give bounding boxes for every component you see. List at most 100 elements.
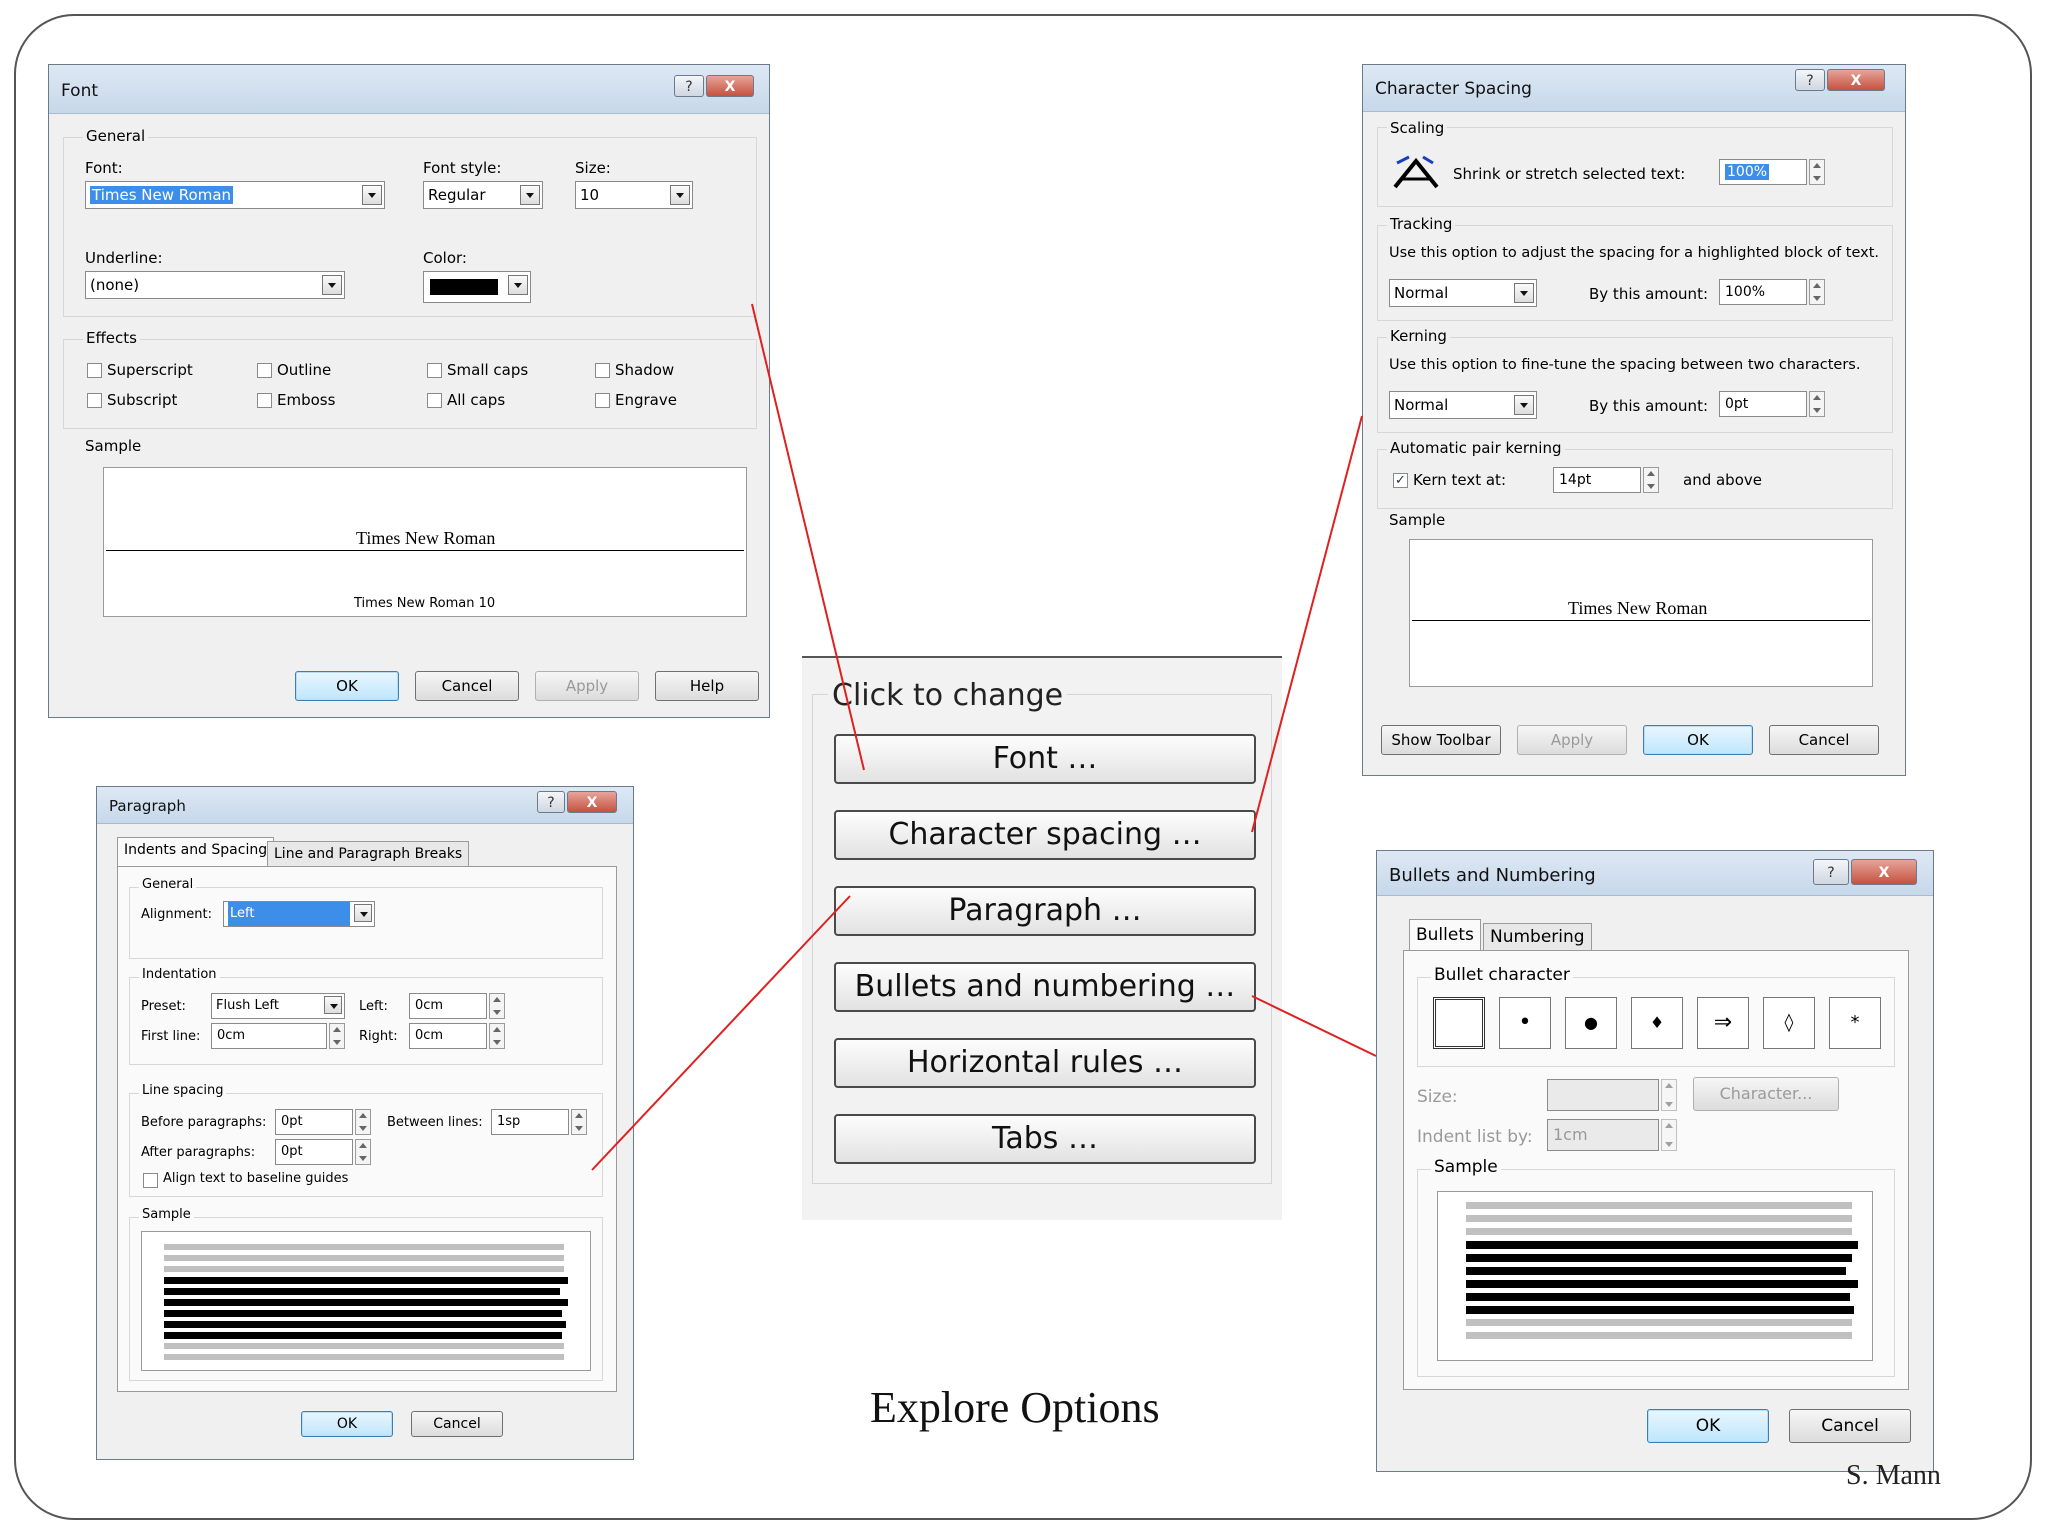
indent-input[interactable]: 1cm	[1547, 1119, 1659, 1151]
font-style-select[interactable]: Regular	[423, 181, 543, 209]
color-select[interactable]	[423, 271, 531, 303]
engrave-checkbox[interactable]	[595, 393, 610, 408]
chevron-down-icon[interactable]	[1514, 283, 1534, 303]
font-select[interactable]: Times New Roman	[85, 181, 385, 209]
outline-checkbox[interactable]	[257, 363, 272, 378]
ok-button[interactable]: OK	[301, 1411, 393, 1437]
help-icon[interactable]: ?	[1795, 69, 1825, 91]
size-value: 10	[580, 186, 600, 204]
line-spacing-label: Line spacing	[139, 1083, 227, 1098]
help-button[interactable]: Help	[655, 671, 759, 701]
kerning-select[interactable]: Normal	[1389, 391, 1537, 419]
chevron-down-icon[interactable]	[670, 185, 690, 205]
sample-line	[1466, 1306, 1854, 1314]
paragraph-dialog: Paragraph ? X Indents and Spacing Line a…	[96, 786, 634, 1460]
chevron-down-icon[interactable]	[324, 996, 342, 1014]
align-baseline-checkbox[interactable]	[143, 1173, 158, 1188]
apply-button[interactable]: Apply	[535, 671, 639, 701]
sample-line	[164, 1288, 560, 1295]
first-line-stepper[interactable]	[329, 1023, 345, 1049]
shadow-checkbox[interactable]	[595, 363, 610, 378]
help-icon[interactable]: ?	[1813, 859, 1849, 885]
bullet-option-dot[interactable]: ●	[1565, 997, 1617, 1049]
chevron-down-icon[interactable]	[520, 185, 540, 205]
emboss-checkbox[interactable]	[257, 393, 272, 408]
right-stepper[interactable]	[489, 1023, 505, 1049]
ok-button[interactable]: OK	[1647, 1409, 1769, 1443]
tab-numbering[interactable]: Numbering	[1483, 923, 1592, 951]
tabs-button[interactable]: Tabs …	[834, 1114, 1256, 1164]
chevron-down-icon[interactable]	[508, 275, 528, 295]
size-select[interactable]: 10	[575, 181, 693, 209]
after-input[interactable]: 0pt	[275, 1139, 353, 1165]
after-stepper[interactable]	[355, 1139, 371, 1165]
show-toolbar-button[interactable]: Show Toolbar	[1381, 725, 1501, 755]
bullet-option-asterisk[interactable]: *	[1829, 997, 1881, 1049]
left-input[interactable]: 0cm	[409, 993, 487, 1019]
bullet-option-lozenge[interactable]: ◊	[1763, 997, 1815, 1049]
tab-line-paragraph-breaks[interactable]: Line and Paragraph Breaks	[267, 841, 470, 867]
ok-button[interactable]: OK	[1643, 725, 1753, 755]
right-input[interactable]: 0cm	[409, 1023, 487, 1049]
close-icon[interactable]: X	[567, 791, 617, 813]
cancel-button[interactable]: Cancel	[1789, 1409, 1911, 1443]
left-stepper[interactable]	[489, 993, 505, 1019]
all-caps-checkbox[interactable]	[427, 393, 442, 408]
chevron-down-icon[interactable]	[1514, 395, 1534, 415]
first-line-input[interactable]: 0cm	[211, 1023, 327, 1049]
paragraph-button[interactable]: Paragraph …	[834, 886, 1256, 936]
size-input[interactable]	[1547, 1079, 1659, 1111]
ok-button[interactable]: OK	[295, 671, 399, 701]
bullet-option-diamond[interactable]: ♦	[1631, 997, 1683, 1049]
character-spacing-button[interactable]: Character spacing …	[834, 810, 1256, 860]
color-label: Color:	[423, 249, 467, 267]
scaling-input[interactable]: 100%	[1719, 159, 1807, 185]
tracking-select[interactable]: Normal	[1389, 279, 1537, 307]
scaling-stepper[interactable]	[1809, 159, 1825, 185]
chevron-down-icon[interactable]	[354, 904, 372, 922]
help-icon[interactable]: ?	[674, 75, 704, 97]
tab-indents-spacing[interactable]: Indents and Spacing	[117, 837, 275, 867]
size-stepper[interactable]	[1661, 1079, 1677, 1111]
bullet-option-none[interactable]	[1433, 997, 1485, 1049]
preset-select[interactable]: Flush Left	[211, 993, 345, 1019]
cancel-button[interactable]: Cancel	[411, 1411, 503, 1437]
bullets-numbering-button[interactable]: Bullets and numbering …	[834, 962, 1256, 1012]
chevron-down-icon[interactable]	[362, 185, 382, 205]
font-button[interactable]: Font …	[834, 734, 1256, 784]
tracking-amount-stepper[interactable]	[1809, 279, 1825, 305]
sample-line	[164, 1266, 564, 1272]
sample-line	[164, 1321, 566, 1328]
superscript-checkbox[interactable]	[87, 363, 102, 378]
apply-button[interactable]: Apply	[1517, 725, 1627, 755]
close-icon[interactable]: X	[1827, 69, 1885, 91]
indent-stepper[interactable]	[1661, 1119, 1677, 1151]
before-input[interactable]: 0pt	[275, 1109, 353, 1135]
tracking-amount-input[interactable]: 100%	[1719, 279, 1807, 305]
cancel-button[interactable]: Cancel	[1769, 725, 1879, 755]
between-stepper[interactable]	[571, 1109, 587, 1135]
horizontal-rules-button[interactable]: Horizontal rules …	[834, 1038, 1256, 1088]
bullets-sample-label: Sample	[1431, 1157, 1501, 1177]
kern-text-checkbox[interactable]: ✓	[1393, 473, 1408, 488]
before-stepper[interactable]	[355, 1109, 371, 1135]
bullet-option-arrow[interactable]: ⇒	[1697, 997, 1749, 1049]
between-input[interactable]: 1sp	[491, 1109, 569, 1135]
kerning-amount-input[interactable]: 0pt	[1719, 391, 1807, 417]
bullet-option-small-dot[interactable]: •	[1499, 997, 1551, 1049]
tab-bullets[interactable]: Bullets	[1409, 919, 1481, 951]
character-button[interactable]: Character...	[1693, 1077, 1839, 1111]
close-icon[interactable]: X	[1851, 859, 1917, 885]
close-icon[interactable]: X	[706, 75, 754, 97]
paragraph-sample-label: Sample	[139, 1207, 194, 1222]
kerning-amount-stepper[interactable]	[1809, 391, 1825, 417]
underline-select[interactable]: (none)	[85, 271, 345, 299]
chevron-down-icon[interactable]	[322, 275, 342, 295]
subscript-checkbox[interactable]	[87, 393, 102, 408]
cancel-button[interactable]: Cancel	[415, 671, 519, 701]
help-icon[interactable]: ?	[537, 791, 565, 813]
small-caps-checkbox[interactable]	[427, 363, 442, 378]
kern-value-input[interactable]: 14pt	[1553, 467, 1641, 493]
kern-value-stepper[interactable]	[1643, 467, 1659, 493]
alignment-select[interactable]: Left	[223, 901, 375, 927]
